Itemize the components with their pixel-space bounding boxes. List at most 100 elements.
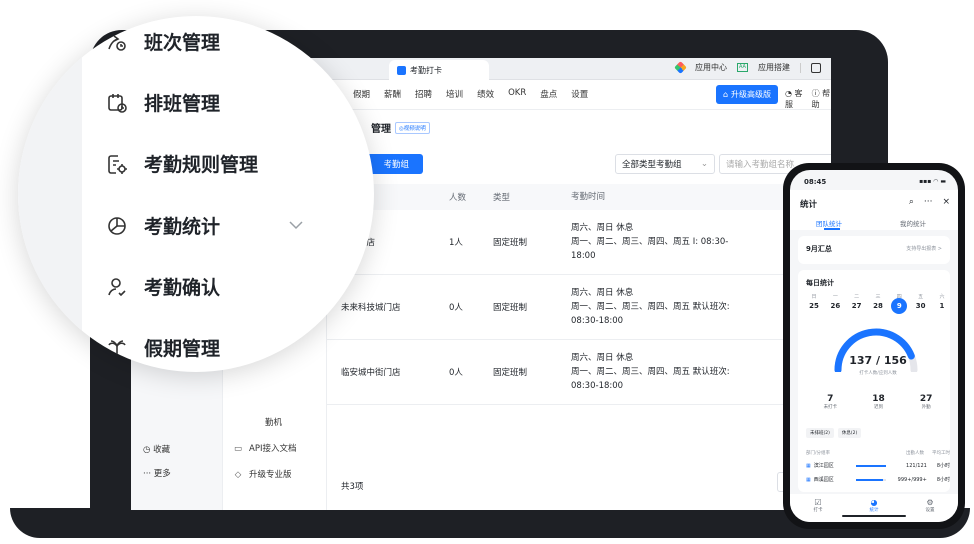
nav-item-training[interactable]: 培训 — [446, 88, 463, 100]
tab-team-stats[interactable]: 团队统计 — [816, 218, 842, 228]
app-build-icon: AA — [737, 63, 748, 72]
row-type: 固定班制 — [493, 303, 528, 313]
bottom-nav-label: 打卡 — [813, 508, 823, 513]
list-item[interactable]: ▦ 滨江园区 121/121 8小时 — [806, 462, 950, 470]
group-search-placeholder: 请输入考勤组名称 — [726, 160, 795, 170]
nav-item-performance[interactable]: 绩效 — [477, 88, 494, 100]
date-cell[interactable]: 1 — [934, 302, 950, 314]
weekday-label: 一 — [832, 294, 838, 300]
stat-value: 27 — [919, 394, 933, 404]
phone-header: 统计 ⌕ ··· × 团队统计 我的统计 — [790, 190, 958, 230]
list-header: 出勤人数 — [906, 451, 924, 456]
list-header: 部门/分组率 — [806, 451, 831, 456]
tab-my-stats[interactable]: 我的统计 — [900, 218, 926, 228]
row-count: 1人 — [449, 238, 463, 248]
service-link[interactable]: ◔ 客服 — [785, 88, 804, 110]
chip-rest[interactable]: 休息(2) — [837, 428, 862, 438]
chip-unscheduled[interactable]: 未排班(2) — [806, 428, 834, 438]
date-cell-selected[interactable]: 9 — [891, 298, 908, 314]
menu-item-attendance-confirm[interactable]: 考勤确认 — [104, 273, 220, 300]
group-type-select[interactable]: 全部类型考勤组 ⌄ — [615, 154, 715, 174]
date-cell[interactable]: 25 — [806, 302, 822, 314]
window-icon[interactable] — [811, 62, 821, 73]
menu-item-attendance-rules[interactable]: 考勤规则管理 — [104, 150, 258, 177]
date-cell[interactable]: 28 — [870, 302, 886, 314]
attendance-machine-label: 勤机 — [265, 418, 283, 428]
bottom-nav-stats[interactable]: ◕ 统计 — [870, 494, 879, 522]
department-name: 西溪园区 — [813, 477, 834, 483]
table-row[interactable]: 园区门店 1人 固定班制 周六、周日 休息 周一、周二、周三、周四、周五 I: … — [327, 210, 831, 275]
attendance-bar-fill — [855, 464, 886, 467]
app-center-link[interactable]: 应用中心 — [695, 62, 727, 73]
upgrade-pro-label: 升级专业版 — [249, 470, 292, 480]
header-type: 类型 — [493, 193, 511, 203]
attendance-machine-link[interactable]: 勤机 — [233, 410, 296, 436]
stat-not-clocked[interactable]: 7 未打卡 — [824, 394, 838, 410]
menu-item-label: 考勤统计 — [144, 216, 221, 238]
more-link[interactable]: ··· 更多 — [143, 462, 171, 486]
nav-item-inventory[interactable]: 盘点 — [540, 88, 557, 100]
stat-label: 未打卡 — [823, 405, 838, 410]
menu-item-shift-management[interactable]: 班次管理 — [104, 28, 220, 55]
nav-item-recruit[interactable]: 招聘 — [415, 88, 432, 100]
app-build-link[interactable]: 应用搭建 — [758, 62, 790, 73]
browser-tab-title: 考勤打卡 — [410, 65, 442, 75]
stats-row: 7 未打卡 18 迟到 27 外勤 — [806, 394, 950, 410]
favorites-link[interactable]: ◷ 收藏 — [143, 438, 171, 462]
department-name: 滨江园区 — [813, 463, 834, 469]
nav-item-settings[interactable]: 设置 — [571, 88, 588, 100]
upgrade-pro-link[interactable]: ◇ 升级专业版 — [233, 462, 296, 488]
monthly-summary-title: 9月汇总 — [806, 245, 832, 253]
nav-item-holiday[interactable]: 假期 — [353, 88, 370, 100]
close-icon[interactable]: × — [942, 197, 950, 207]
table-row[interactable]: 临安城中街门店 0人 固定班制 周六、周日 休息 周一、周二、周三、周四、周五 … — [327, 340, 831, 405]
phone-header-actions: ⌕ ··· × — [909, 197, 950, 207]
nav-item-salary[interactable]: 薪酬 — [384, 88, 401, 100]
grid-icon: ▦ — [806, 476, 811, 483]
api-docs-link[interactable]: ▭ API接入文档 — [233, 436, 296, 462]
menu-item-scheduling[interactable]: 排班管理 — [104, 89, 220, 116]
help-link[interactable]: ⓘ 帮助 — [812, 88, 831, 110]
bottom-nav-clockin[interactable]: ☑ 打卡 — [814, 494, 823, 522]
upgrade-button[interactable]: ⌂ 升级高级版 — [716, 85, 778, 104]
phone-title: 统计 — [800, 200, 818, 210]
row-count: 0人 — [449, 303, 463, 313]
browser-actions: 应用中心 AA 应用搭建 — [674, 61, 821, 74]
status-chips: 未排班(2) 休息(2) — [806, 428, 862, 438]
search-icon[interactable]: ⌕ — [909, 197, 914, 207]
chevron-down-icon: ⌄ — [700, 159, 708, 169]
divider — [800, 62, 801, 73]
row-name: 未来科技城门店 — [341, 303, 401, 313]
header-count: 人数 — [449, 193, 467, 203]
table-total: 共3项 — [341, 482, 364, 492]
date-cell[interactable]: 27 — [849, 302, 865, 314]
menu-item-label: 考勤确认 — [144, 277, 221, 299]
menu-item-label: 假期管理 — [144, 338, 221, 360]
menu-item-holiday-management[interactable]: 假期管理 — [104, 334, 220, 361]
stat-field-work[interactable]: 27 外勤 — [920, 394, 933, 410]
video-guide-link[interactable]: ◎视频说明 — [395, 121, 430, 134]
department-hours: 8小时 — [936, 477, 950, 483]
attendance-ratio: 137 / 156 — [849, 354, 907, 367]
list-item[interactable]: ▦ 西溪园区 999+/999+ 8小时 — [806, 476, 950, 484]
gift-icon: ⌂ — [722, 90, 729, 99]
date-row: 25 26 27 28 9 30 1 — [806, 298, 950, 314]
weekday-row: 日 一 二 三 四 五 六 — [806, 293, 950, 300]
help-icon: ⓘ — [811, 89, 823, 98]
date-cell[interactable]: 26 — [827, 302, 843, 314]
date-cell[interactable]: 30 — [913, 302, 929, 314]
nav-item-okr[interactable]: OKR — [508, 88, 526, 100]
table-row[interactable]: 未来科技城门店 0人 固定班制 周六、周日 休息 周一、周二、周三、周四、周五 … — [327, 275, 831, 340]
bottom-nav-settings[interactable]: ⚙ 设置 — [926, 494, 935, 522]
phone-time: 08:45 — [804, 178, 827, 186]
chevron-down-icon[interactable] — [288, 215, 304, 234]
more-icon[interactable]: ··· — [924, 197, 933, 207]
main-content: 管理 ◎视频说明 考勤组 全部类型考勤组 ⌄ 请输入考勤组名称 人数 类型 考勤… — [327, 110, 831, 510]
browser-tab[interactable]: 考勤打卡 — [389, 60, 489, 80]
export-report-link[interactable]: 支持导出报表 > — [906, 245, 942, 252]
bottom-nav-label: 设置 — [925, 508, 935, 513]
secondary-sidebar-links: 勤机 ▭ API接入文档 ◇ 升级专业版 — [233, 410, 296, 488]
menu-item-attendance-stats[interactable]: 考勤统计 — [104, 212, 220, 239]
monthly-summary-card[interactable]: 9月汇总 支持导出报表 > — [798, 236, 950, 264]
stat-late[interactable]: 18 迟到 — [872, 394, 885, 410]
